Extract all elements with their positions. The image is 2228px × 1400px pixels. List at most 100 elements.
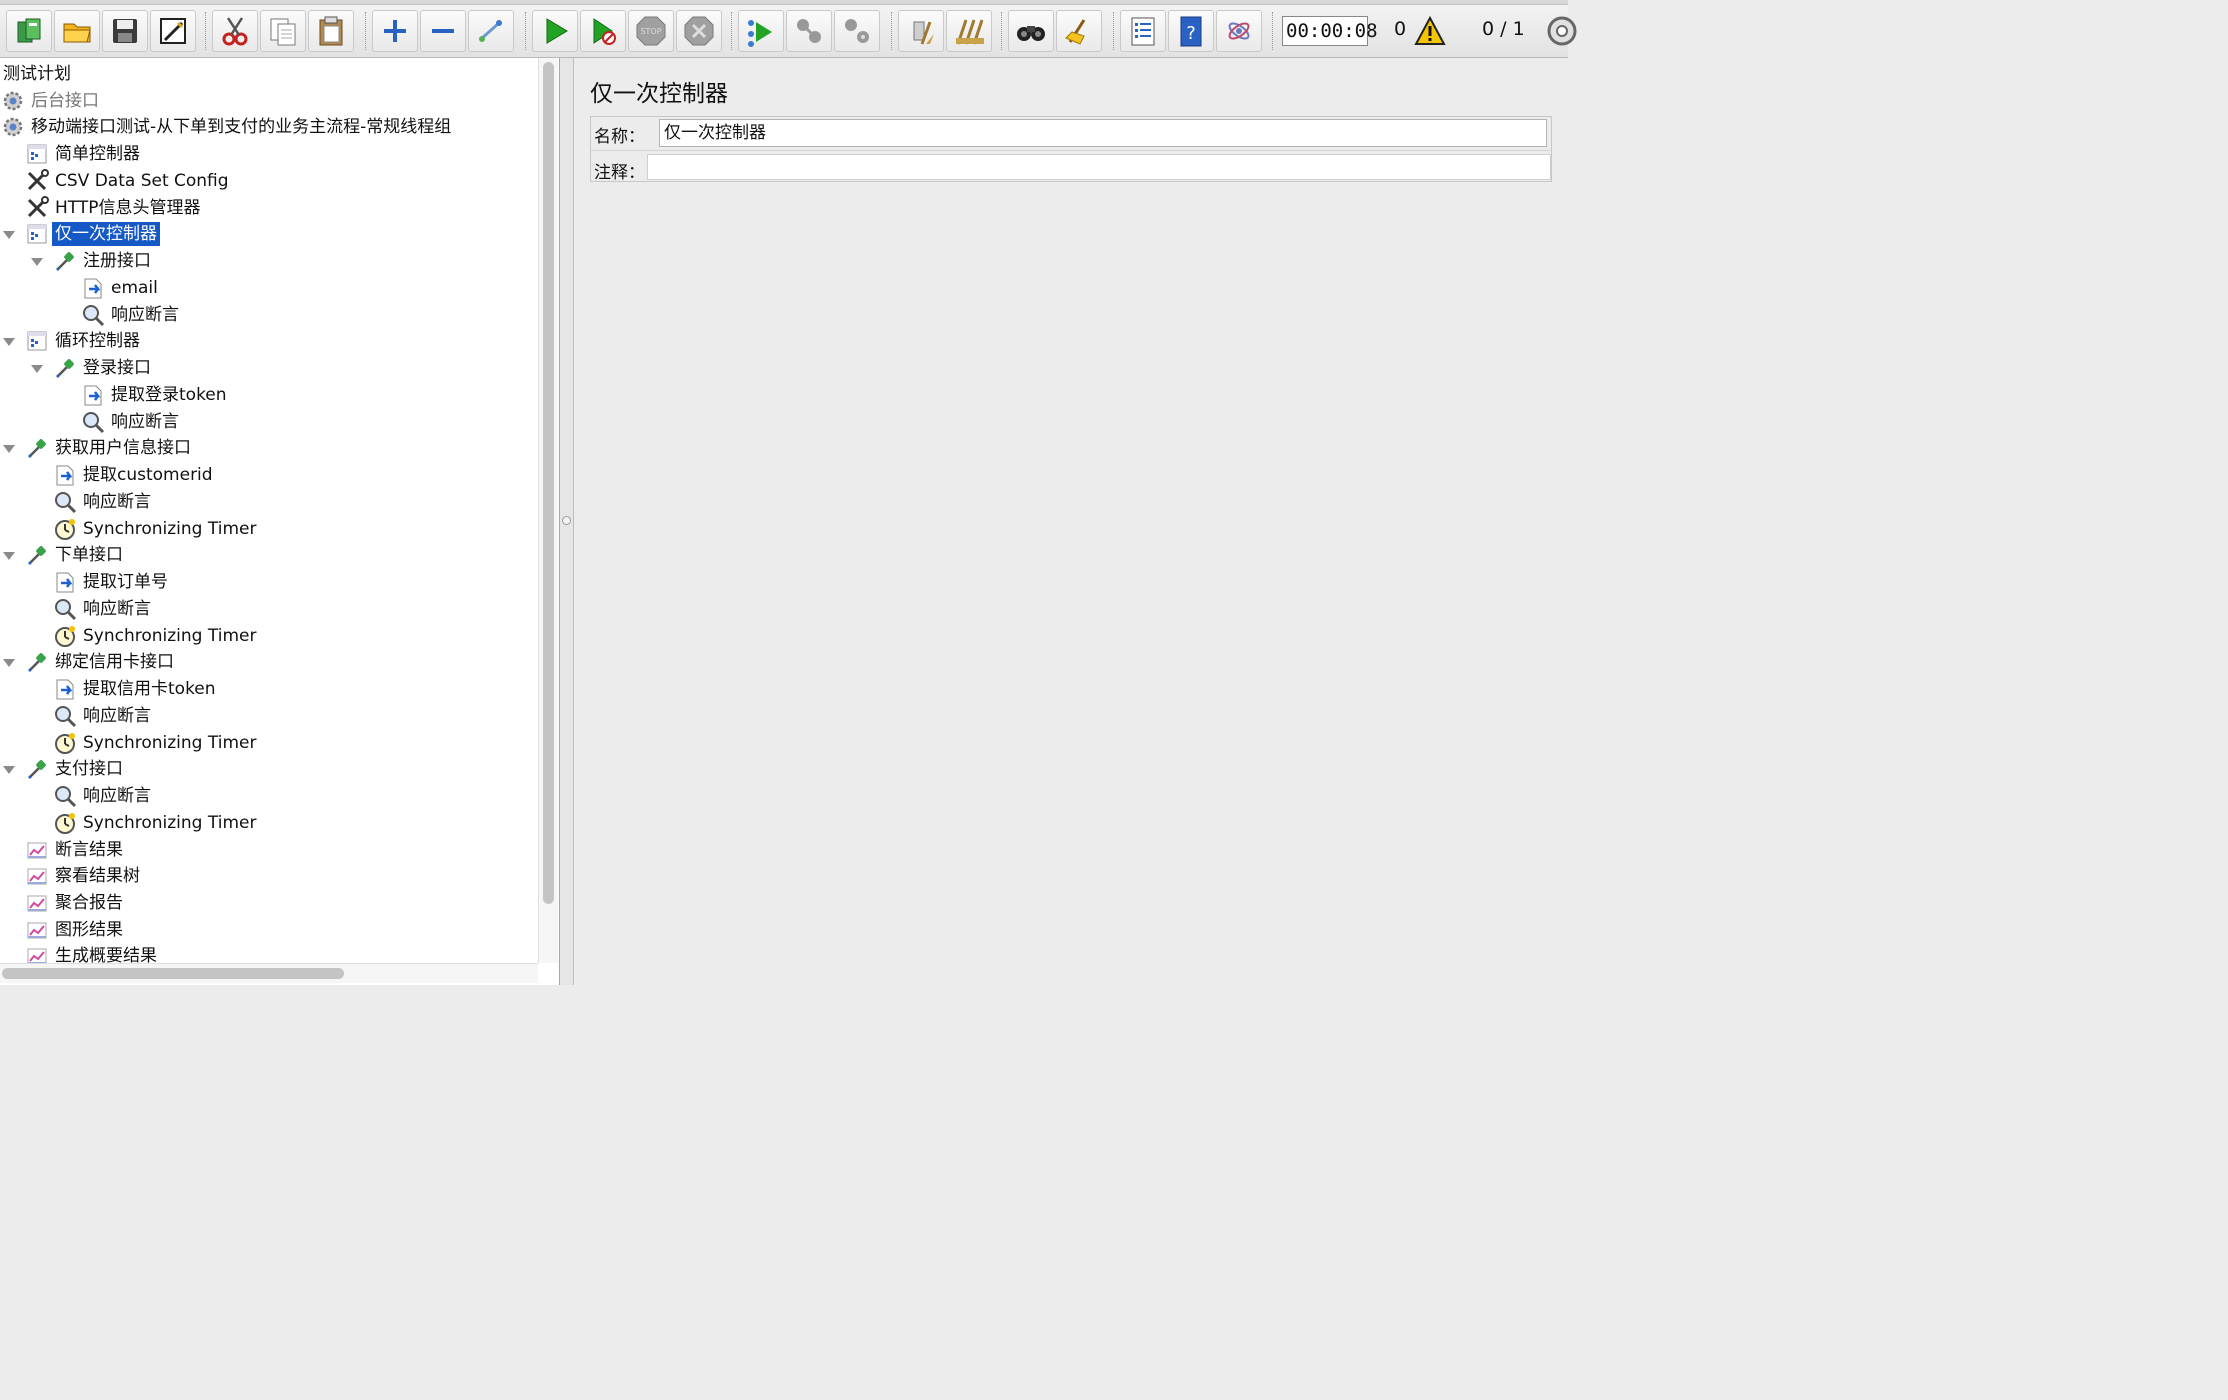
tree-node[interactable]: Synchronizing Timer — [52, 810, 259, 836]
tree-node[interactable]: Synchronizing Timer — [52, 623, 259, 649]
tree-node[interactable]: 响应断言 — [52, 489, 154, 515]
tree-node[interactable]: Synchronizing Timer — [52, 730, 259, 756]
function-helper-button[interactable] — [1120, 10, 1166, 52]
tree-node[interactable]: 循环控制器 — [24, 328, 143, 354]
comment-field[interactable] — [647, 154, 1551, 180]
tree-node-label: 下单接口 — [55, 545, 123, 565]
tree-node-label: email — [111, 278, 158, 298]
tree-expand-toggle[interactable] — [2, 548, 16, 562]
expand-button[interactable] — [372, 10, 418, 52]
tree-node[interactable]: 注册接口 — [52, 248, 154, 274]
paste-button[interactable] — [308, 10, 354, 52]
help-button[interactable]: ? — [1168, 10, 1214, 52]
collapse-button[interactable] — [420, 10, 466, 52]
tree-node[interactable]: 提取信用卡token — [52, 676, 219, 702]
open-button[interactable] — [54, 10, 100, 52]
tree-node[interactable]: 响应断言 — [80, 409, 182, 435]
toggle-icon — [479, 20, 502, 42]
tree-node[interactable]: 响应断言 — [52, 596, 154, 622]
start-button[interactable] — [532, 10, 578, 52]
tree-node-label: 绑定信用卡接口 — [55, 652, 174, 672]
tree-node[interactable]: 提取登录token — [80, 382, 230, 408]
tree-node[interactable]: 断言结果 — [24, 837, 126, 863]
triangle-down-icon — [3, 659, 15, 667]
tree-vertical-scroll-thumb[interactable] — [543, 62, 554, 904]
tree-node-label: 响应断言 — [83, 492, 151, 512]
remote-stop-button[interactable] — [786, 10, 832, 52]
tree-node[interactable]: 获取用户信息接口 — [24, 435, 194, 461]
tree-vertical-scrollbar[interactable] — [538, 58, 558, 963]
shutdown-button[interactable] — [676, 10, 722, 52]
assertion-icon — [52, 703, 78, 729]
form-separator — [591, 150, 1551, 151]
split-pane-divider[interactable] — [560, 58, 574, 985]
tree-expand-toggle[interactable] — [2, 334, 16, 348]
tree-node[interactable]: 察看结果树 — [24, 863, 143, 889]
reset-search-button[interactable] — [1056, 10, 1102, 52]
tree-node[interactable]: 仅一次控制器 — [24, 221, 160, 247]
tree-node-label: 图形结果 — [55, 920, 123, 940]
active-threads-count: 0 / 1 — [1482, 18, 1525, 40]
divider-handle[interactable] — [562, 516, 571, 525]
triangle-down-icon — [3, 338, 15, 346]
tree-node[interactable]: 简单控制器 — [24, 141, 143, 167]
search-button[interactable] — [1008, 10, 1054, 52]
remote-shutdown-button[interactable] — [834, 10, 880, 52]
name-field[interactable]: 仅一次控制器 — [659, 119, 1547, 147]
tree-expand-toggle[interactable] — [2, 441, 16, 455]
clear-all-button[interactable] — [946, 10, 992, 52]
tree-node[interactable]: 生成概要结果 — [24, 943, 160, 963]
toolbar-separator — [365, 12, 367, 50]
tree-node[interactable]: 支付接口 — [24, 756, 126, 782]
save-as-button[interactable] — [150, 10, 196, 52]
remote-start-icon — [748, 20, 772, 47]
tree-expand-toggle[interactable] — [30, 361, 44, 375]
tree-node[interactable]: 响应断言 — [80, 302, 182, 328]
remote-start-button[interactable] — [738, 10, 784, 52]
tree-node-label: 提取信用卡token — [83, 679, 216, 699]
triangle-down-icon — [3, 552, 15, 560]
tree-horizontal-scrollbar[interactable] — [0, 963, 538, 983]
tree-node[interactable]: 图形结果 — [24, 917, 126, 943]
save-button[interactable] — [102, 10, 148, 52]
stop-button[interactable]: STOP — [628, 10, 674, 52]
tree-node[interactable]: 绑定信用卡接口 — [24, 649, 177, 675]
test-plan-tree[interactable]: 测试计划 后台接口 移动端接口测试-从下单到支付的业务主流程-常规线程组简单控制器 C… — [0, 58, 560, 985]
tree-expand-toggle[interactable] — [2, 227, 16, 241]
tree-expand-toggle[interactable] — [2, 655, 16, 669]
tree-node[interactable]: 登录接口 — [52, 355, 154, 381]
tree-expand-toggle[interactable] — [2, 762, 16, 776]
tree-node[interactable]: 移动端接口测试-从下单到支付的业务主流程-常规线程组 — [0, 114, 454, 140]
tree-node[interactable]: Synchronizing Timer — [52, 516, 259, 542]
tree-node[interactable]: 聚合报告 — [24, 890, 126, 916]
tree-node-label: 响应断言 — [83, 786, 151, 806]
tree-horizontal-scroll-thumb[interactable] — [2, 968, 344, 979]
tree-node-label: 提取登录token — [111, 385, 227, 405]
warning-icon[interactable] — [1414, 16, 1446, 46]
sampler-icon — [24, 542, 50, 568]
tree-node[interactable]: 响应断言 — [52, 783, 154, 809]
timer-icon — [52, 623, 78, 649]
tree-node[interactable]: HTTP信息头管理器 — [24, 195, 204, 221]
tree-node-label: HTTP信息头管理器 — [55, 198, 201, 218]
start-no-pause-button[interactable] — [580, 10, 626, 52]
log-viewer-button[interactable] — [1216, 10, 1262, 52]
tree-node[interactable]: 提取订单号 — [52, 569, 171, 595]
tree-node[interactable]: 提取customerid — [52, 462, 216, 488]
tree-node-label: 响应断言 — [111, 305, 179, 325]
tree-node[interactable]: 测试计划 — [0, 61, 74, 87]
tree-node[interactable]: 下单接口 — [24, 542, 126, 568]
tree-node[interactable]: CSV Data Set Config — [24, 168, 232, 194]
tree-node-label: 简单控制器 — [55, 144, 140, 164]
tree-node[interactable]: 后台接口 — [0, 88, 102, 114]
tree-node[interactable]: 响应断言 — [52, 703, 154, 729]
cut-button[interactable] — [212, 10, 258, 52]
tree-expand-toggle[interactable] — [30, 254, 44, 268]
tree-node-label: 察看结果树 — [55, 866, 140, 886]
copy-button[interactable] — [260, 10, 306, 52]
tree-node[interactable]: email — [80, 275, 161, 301]
toggle-button[interactable] — [468, 10, 514, 52]
clear-button[interactable] — [898, 10, 944, 52]
templates-button[interactable] — [6, 10, 52, 52]
toolbar-separator — [205, 12, 207, 50]
